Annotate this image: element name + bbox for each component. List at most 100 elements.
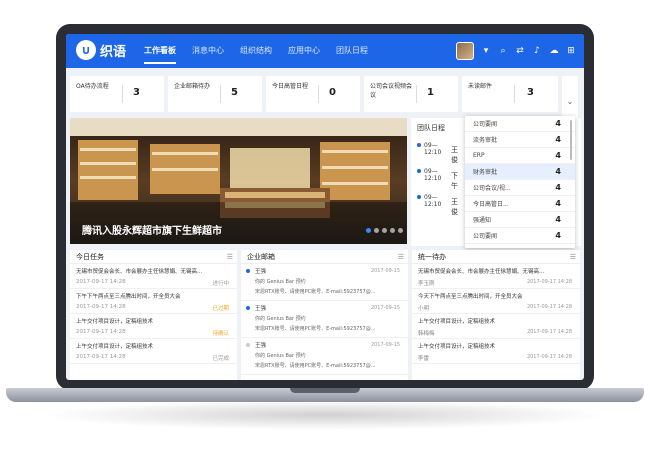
todo-date: 2017-09-17 14:28 bbox=[526, 304, 572, 310]
todo-text: 上午交付项目设计，定稿组技术 bbox=[418, 344, 496, 350]
mail-subject: 你的 Genius Bar 预约 bbox=[255, 353, 306, 359]
task-status: 待确认 bbox=[212, 331, 229, 337]
task-item[interactable]: 下午下午两点至三点腾出时间，开全员大会 2017-09-17 14:28 已过期 bbox=[70, 289, 237, 314]
logo-text: 织语 bbox=[100, 44, 127, 60]
read-dot-icon bbox=[246, 343, 250, 347]
stat-card-meetings[interactable]: 公司会议视频会议 1 bbox=[364, 76, 458, 112]
event-time: 12:10 bbox=[424, 175, 442, 182]
cloud-icon[interactable]: ☁ bbox=[549, 46, 559, 56]
panel-title: 企业邮箱 bbox=[247, 253, 275, 261]
search-icon[interactable]: ⌕ bbox=[498, 46, 508, 56]
dropdown-item[interactable]: 今日高管日... 4 bbox=[465, 196, 575, 212]
task-date: 2017-09-17 14:28 bbox=[76, 304, 126, 310]
stat-value: 1 bbox=[427, 87, 434, 98]
menu-icon[interactable]: ☰ bbox=[398, 250, 404, 264]
stat-card-exec-schedule[interactable]: 今日高管日程 0 bbox=[266, 76, 360, 112]
task-item[interactable]: 上午交付项目设计，定稿组技术 2017-09-17 14:28 已完成 bbox=[70, 339, 237, 364]
mail-subject: 你的 Genius Bar 预约 bbox=[255, 279, 306, 285]
event-time: 12:10 bbox=[424, 201, 442, 208]
item-count: 4 bbox=[555, 183, 561, 192]
todo-text: 今天下午两点至三点腾出时间，开全员大会 bbox=[418, 294, 523, 300]
divider bbox=[416, 85, 417, 103]
carousel-dot[interactable] bbox=[390, 228, 395, 233]
mail-preview: 宋恩RTX账号、请使用PC账号、E-mail:5923757@... bbox=[255, 363, 376, 369]
bell-icon[interactable]: ♪ bbox=[532, 46, 542, 56]
avatar[interactable] bbox=[456, 42, 474, 60]
menu-icon[interactable]: ☰ bbox=[570, 250, 576, 264]
grid-icon[interactable]: ⊞ bbox=[566, 46, 576, 56]
event-time: 12:10 bbox=[424, 149, 442, 156]
event-date: 09— bbox=[424, 142, 438, 149]
dropdown-item[interactable]: 强通知 4 bbox=[465, 212, 575, 228]
task-text: 无锡市贸促会会长、市会展办主任徐慧娟、无锡高... bbox=[76, 269, 203, 275]
item-label: 强通知 bbox=[473, 217, 492, 224]
dropdown-item-selected[interactable]: 财务审批 4 bbox=[465, 164, 575, 180]
carousel-dot[interactable] bbox=[382, 228, 387, 233]
mail-item[interactable]: 王强 2017-09-15 你的 Genius Bar 预约 宋恩RTX账号、请使用P… bbox=[241, 338, 408, 375]
stat-card-unread-mail[interactable]: 未读邮件 3 bbox=[462, 76, 558, 112]
todo-item[interactable]: 上午交付项目设计，定稿组技术 韩梅梅 2017-09-17 14:28 bbox=[412, 314, 580, 339]
tab-messages[interactable]: 消息中心 bbox=[184, 34, 232, 68]
task-item[interactable]: 无锡市贸促会会长、市会展办主任徐慧娟、无锡高... 2017-09-17 14:2… bbox=[70, 264, 237, 289]
stat-card-oa[interactable]: OA待办流程 3 bbox=[70, 76, 164, 112]
banner-caption: 腾讯入股永辉超市旗下生鲜超市 bbox=[82, 226, 222, 237]
event-name: 下午 bbox=[451, 172, 458, 190]
news-banner[interactable]: 腾讯入股永辉超市旗下生鲜超市 bbox=[70, 118, 407, 244]
todo-text: 无锡市贸促会会长、市会展办主任徐慧娟、无锡高... bbox=[418, 269, 545, 275]
tab-dashboard[interactable]: 工作看板 bbox=[136, 34, 184, 68]
todo-date: 2017-09-17 14:28 bbox=[526, 279, 572, 285]
task-text: 下午下午两点至三点腾出时间，开全员大会 bbox=[76, 294, 181, 300]
carousel-dots[interactable] bbox=[366, 228, 403, 233]
panel-title: 统一待办 bbox=[418, 253, 446, 261]
laptop-base bbox=[6, 388, 644, 402]
task-text: 上午交付项目设计，定稿组技术 bbox=[76, 319, 154, 325]
task-date: 2017-09-17 14:28 bbox=[76, 354, 126, 360]
event-name: 王俊 bbox=[451, 198, 458, 216]
item-label: 公司会议/视... bbox=[473, 185, 511, 192]
dropdown-item[interactable]: 公司要闻 4 bbox=[465, 228, 575, 244]
chevron-down-icon[interactable]: ▾ bbox=[481, 46, 491, 56]
sync-icon[interactable]: ⇄ bbox=[515, 46, 525, 56]
schedule-event[interactable]: 09— 12:10 王俊 bbox=[417, 142, 458, 164]
dropdown-item[interactable]: 公司要闻 4 bbox=[465, 116, 575, 132]
mail-date: 2017-09-15 bbox=[370, 305, 400, 311]
nav-tabs: 工作看板 消息中心 组织结构 应用中心 团队日程 bbox=[136, 34, 376, 68]
dropdown-item[interactable]: ERP 4 bbox=[465, 148, 575, 164]
app-logo[interactable]: ∪ 织语 bbox=[76, 40, 126, 60]
panel-header: 统一待办 ☰ bbox=[412, 250, 580, 264]
carousel-dot[interactable] bbox=[374, 228, 379, 233]
stat-value: 5 bbox=[231, 87, 238, 98]
stat-label: 企业邮箱待办 bbox=[174, 83, 211, 90]
schedule-event[interactable]: 09— 12:10 王俊 bbox=[417, 194, 458, 216]
item-count: 4 bbox=[555, 231, 561, 240]
item-count: 4 bbox=[555, 119, 561, 128]
task-item[interactable]: 上午交付项目设计，定稿组技术 2017-09-17 14:28 待确认 bbox=[70, 314, 237, 339]
mail-date: 2017-09-15 bbox=[370, 342, 400, 348]
panel-title: 团队日程 bbox=[417, 124, 445, 132]
bullet-icon bbox=[417, 169, 421, 173]
todo-item[interactable]: 上午交付项目设计，定稿组技术 李雷 2017-09-17 14:28 bbox=[412, 339, 580, 364]
mail-item[interactable]: 王强 2017-09-15 你的 Genius Bar 预约 宋恩RTX账号、请使用P… bbox=[241, 301, 408, 338]
tab-team-schedule[interactable]: 团队日程 bbox=[328, 34, 376, 68]
scrollbar[interactable] bbox=[570, 120, 572, 160]
schedule-event[interactable]: 09— 12:10 下午 bbox=[417, 168, 458, 190]
dropdown-item[interactable]: 流务审批 4 bbox=[465, 132, 575, 148]
category-dropdown: 公司要闻 4 流务审批 4 ERP 4 财务审批 4 公司会议/视... 4 今日高管日.… bbox=[465, 116, 575, 248]
tab-apps[interactable]: 应用中心 bbox=[280, 34, 328, 68]
dropdown-item[interactable]: 公司会议/视... 4 bbox=[465, 180, 575, 196]
menu-icon[interactable]: ☰ bbox=[227, 250, 233, 264]
carousel-dot[interactable] bbox=[398, 228, 403, 233]
todo-item[interactable]: 今天下午两点至三点腾出时间，开全员大会 小明 2017-09-17 14:28 bbox=[412, 289, 580, 314]
divider bbox=[318, 85, 319, 103]
task-status: 进行中 bbox=[212, 281, 229, 287]
todo-item[interactable]: 无锡市贸促会会长、市会展办主任徐慧娟、无锡高... 李玉刚 2017-09-17 1… bbox=[412, 264, 580, 289]
item-label: 公司要闻 bbox=[473, 121, 498, 128]
item-label: 公司要闻 bbox=[473, 233, 498, 240]
stat-card-mail-todo[interactable]: 企业邮箱待办 5 bbox=[168, 76, 262, 112]
task-text: 上午交付项目设计，定稿组技术 bbox=[76, 344, 154, 350]
tab-org[interactable]: 组织结构 bbox=[232, 34, 280, 68]
carousel-dot[interactable] bbox=[366, 228, 371, 233]
stat-label: 未读邮件 bbox=[468, 83, 493, 90]
stat-value: 0 bbox=[329, 87, 336, 98]
mail-item[interactable]: 王强 2017-09-15 你的 Genius Bar 预约 宋恩RTX账号、请使用P… bbox=[241, 264, 408, 301]
